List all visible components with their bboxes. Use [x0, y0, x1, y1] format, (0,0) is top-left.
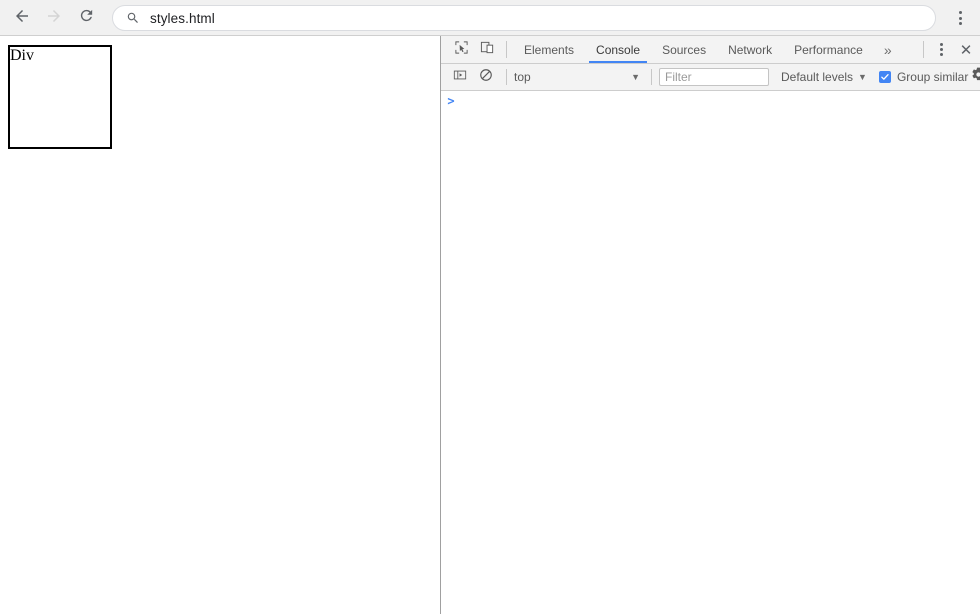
log-levels-selector[interactable]: Default levels ▼: [781, 70, 867, 84]
filterbar-separator-1: [506, 69, 507, 85]
settings-gear-icon: [971, 67, 980, 87]
inspect-element-icon: [454, 40, 469, 60]
console-sidebar-icon: [453, 68, 467, 87]
tab-performance-label: Performance: [794, 43, 863, 57]
devtools-menu-icon: [940, 43, 943, 46]
page-viewport: Div: [0, 36, 440, 614]
forward-arrow-icon: [45, 7, 63, 30]
tabs-overflow-button[interactable]: »: [874, 36, 902, 63]
console-prompt-row[interactable]: >: [441, 91, 980, 113]
tab-sources-label: Sources: [662, 43, 706, 57]
inspect-element-button[interactable]: [448, 36, 474, 63]
chrome-menu-icon: [959, 11, 962, 14]
back-button[interactable]: [8, 4, 36, 32]
console-filter-input[interactable]: Filter: [659, 68, 769, 86]
group-similar-toggle[interactable]: Group similar: [879, 70, 968, 84]
execution-context-label: top: [514, 70, 531, 84]
tab-console-label: Console: [596, 43, 640, 57]
devtools-close-button[interactable]: ✕: [952, 36, 980, 63]
console-settings-button[interactable]: [968, 67, 980, 87]
console-prompt-icon: >: [441, 94, 461, 108]
tab-sources[interactable]: Sources: [651, 36, 717, 63]
reload-icon: [78, 7, 95, 29]
tab-elements-label: Elements: [524, 43, 574, 57]
chevron-down-icon-levels: ▼: [858, 73, 867, 82]
tab-console[interactable]: Console: [585, 36, 651, 63]
console-prompt-input[interactable]: [461, 94, 980, 108]
browser-window: styles.html Div: [0, 0, 980, 614]
devtools-menu-button[interactable]: [930, 36, 952, 63]
console-filter-placeholder: Filter: [665, 70, 692, 84]
clear-console-button[interactable]: [473, 64, 499, 90]
filterbar-separator-2: [651, 69, 652, 85]
demo-div-box: Div: [8, 45, 112, 149]
search-icon: [125, 10, 141, 26]
tabbar-spacer: [902, 36, 917, 63]
device-toolbar-icon: [480, 40, 495, 60]
demo-div-label: Div: [10, 47, 110, 65]
console-filter-toolbar: top ▼ Filter Default levels ▼ Group simi…: [441, 64, 980, 91]
chevron-down-icon: ▼: [631, 73, 640, 82]
devtools-panel: Elements Console Sources Network Perform…: [441, 36, 980, 614]
tab-network-label: Network: [728, 43, 772, 57]
chrome-menu-button[interactable]: [946, 4, 974, 32]
back-arrow-icon: [13, 7, 31, 30]
console-message-area[interactable]: >: [441, 91, 980, 614]
clear-console-icon: [479, 68, 493, 87]
tab-elements[interactable]: Elements: [513, 36, 585, 63]
execution-context-selector[interactable]: top ▼: [514, 70, 644, 84]
address-bar-text: styles.html: [150, 11, 215, 26]
group-similar-checkbox[interactable]: [879, 71, 891, 83]
log-levels-label: Default levels: [781, 70, 853, 84]
chevron-double-right-icon: »: [884, 42, 892, 58]
close-icon: ✕: [960, 41, 973, 59]
group-similar-label: Group similar: [897, 70, 968, 84]
device-toolbar-button[interactable]: [474, 36, 500, 63]
address-bar[interactable]: styles.html: [112, 5, 936, 31]
forward-button: [40, 4, 68, 32]
tab-performance[interactable]: Performance: [783, 36, 874, 63]
tabbar-separator-right: [923, 41, 924, 58]
browser-toolbar: styles.html: [0, 0, 980, 36]
devtools-tabbar: Elements Console Sources Network Perform…: [441, 36, 980, 64]
tabbar-separator: [506, 41, 507, 58]
reload-button[interactable]: [72, 4, 100, 32]
console-sidebar-button[interactable]: [447, 64, 473, 90]
tab-network[interactable]: Network: [717, 36, 783, 63]
